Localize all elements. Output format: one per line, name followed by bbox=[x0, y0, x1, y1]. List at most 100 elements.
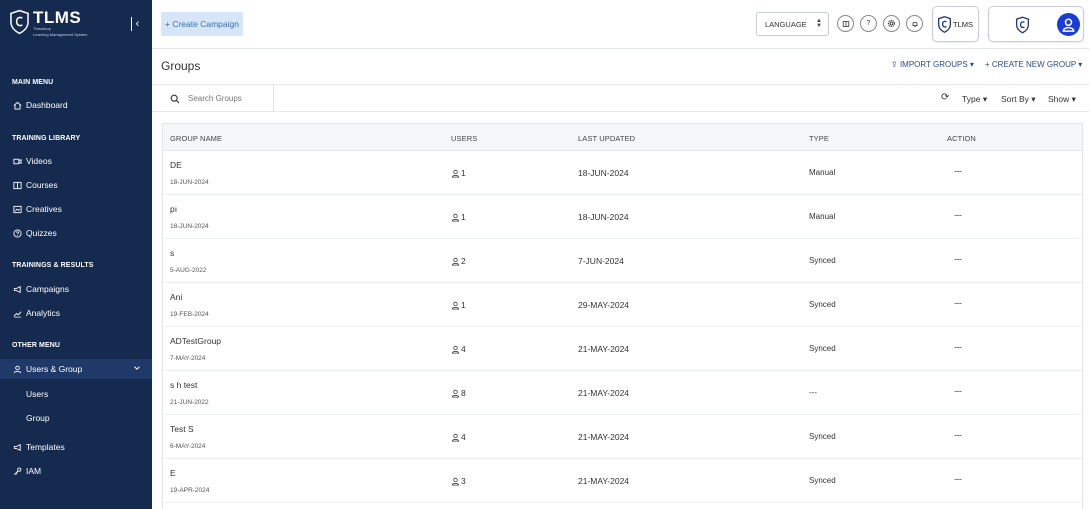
group-name[interactable]: pı bbox=[170, 204, 177, 214]
notifications-button[interactable] bbox=[906, 15, 923, 32]
group-type: Synced bbox=[809, 432, 836, 441]
megaphone-icon bbox=[12, 284, 22, 294]
book-button[interactable] bbox=[837, 15, 854, 32]
group-name[interactable]: DE bbox=[170, 160, 182, 170]
app-logo[interactable]: TLMS Threatcop Learning Management Syste… bbox=[10, 9, 87, 37]
sidebar-item-label: Dashboard bbox=[26, 100, 68, 110]
table-row[interactable]: pı 18-JUN-2024 1 18-JUN-2024 Manual --- bbox=[163, 195, 1082, 239]
user-count-value: 8 bbox=[461, 388, 466, 398]
group-user-count: 8 bbox=[451, 388, 466, 398]
sidebar-item-quizzes[interactable]: Quizzes bbox=[0, 223, 152, 243]
caret-down-icon: ▾ bbox=[982, 94, 988, 104]
sidebar-item-templates[interactable]: Templates bbox=[0, 437, 152, 457]
group-name[interactable]: E bbox=[170, 468, 176, 478]
group-created-date: 18-JUN-2024 bbox=[170, 223, 209, 230]
column-header-group-name[interactable]: GROUP NAME bbox=[170, 134, 222, 143]
sidebar-subitem-group[interactable]: Group bbox=[26, 413, 50, 423]
group-created-date: 21-JUN-2022 bbox=[170, 399, 209, 406]
group-user-count: 4 bbox=[451, 432, 466, 442]
group-last-updated: 21-MAY-2024 bbox=[578, 344, 630, 354]
group-type: Synced bbox=[809, 300, 836, 309]
table-row[interactable]: Test S 6-MAY-2024 4 21-MAY-2024 Synced -… bbox=[163, 415, 1082, 459]
search-input[interactable] bbox=[188, 94, 268, 103]
group-created-date: 18-JUN-2024 bbox=[170, 179, 209, 186]
sidebar-item-videos[interactable]: Videos bbox=[0, 151, 152, 171]
search-icon bbox=[170, 94, 180, 103]
sidebar-subitem-users[interactable]: Users bbox=[26, 389, 48, 399]
create-new-group-dropdown[interactable]: + CREATE NEW GROUP ▾ bbox=[985, 60, 1082, 69]
row-action-menu[interactable]: --- bbox=[954, 210, 962, 220]
type-filter-dropdown[interactable]: Type ▾ bbox=[962, 94, 987, 105]
sidebar-item-dashboard[interactable]: Dashboard bbox=[0, 95, 152, 115]
row-action-menu[interactable]: --- bbox=[954, 166, 962, 176]
sidebar-item-iam[interactable]: IAM bbox=[0, 461, 152, 481]
show-dropdown[interactable]: Show ▾ bbox=[1048, 94, 1076, 105]
column-header-last-updated[interactable]: LAST UPDATED bbox=[578, 134, 635, 143]
sidebar-item-label: Videos bbox=[26, 156, 52, 166]
language-select[interactable]: LANGUAGE ▲ ▼ bbox=[756, 12, 829, 36]
group-type: Manual bbox=[809, 168, 836, 177]
table-row[interactable]: E 19-APR-2024 3 21-MAY-2024 Synced --- bbox=[163, 459, 1082, 503]
group-user-count: 3 bbox=[451, 476, 466, 486]
top-bar: + Create Campaign LANGUAGE ▲ ▼ ? TLMS bbox=[152, 0, 1089, 49]
row-action-menu[interactable]: --- bbox=[954, 298, 962, 308]
import-groups-dropdown[interactable]: ⇪ IMPORT GROUPS ▾ bbox=[891, 60, 974, 69]
group-name[interactable]: s bbox=[170, 248, 174, 258]
group-type: --- bbox=[809, 388, 817, 397]
help-button[interactable]: ? bbox=[860, 15, 877, 32]
row-action-menu[interactable]: --- bbox=[954, 342, 962, 352]
row-action-menu[interactable]: --- bbox=[954, 254, 962, 264]
table-row[interactable]: s h test 21-JUN-2022 8 21-MAY-2024 --- -… bbox=[163, 371, 1082, 415]
tlms-app-switcher[interactable]: TLMS bbox=[932, 6, 979, 42]
user-count-value: 4 bbox=[461, 432, 466, 442]
group-last-updated: 18-JUN-2024 bbox=[578, 212, 629, 222]
sidebar-item-users-group[interactable]: Users & Group bbox=[0, 359, 152, 379]
sidebar-item-creatives[interactable]: Creatives bbox=[0, 199, 152, 219]
column-header-type[interactable]: TYPE bbox=[809, 134, 829, 143]
group-type: Synced bbox=[809, 256, 836, 265]
sidebar-item-courses[interactable]: Courses bbox=[0, 175, 152, 195]
column-header-users[interactable]: USERS bbox=[451, 134, 477, 143]
group-name[interactable]: Ani bbox=[170, 292, 182, 302]
sort-by-dropdown[interactable]: Sort By ▾ bbox=[1001, 94, 1036, 105]
type-filter-label: Type bbox=[962, 94, 981, 104]
refresh-icon[interactable]: ⟳ bbox=[941, 92, 949, 103]
menu-heading-trainings-results: TRAININGS & RESULTS bbox=[12, 262, 94, 269]
table-row[interactable]: s 5-AUG-2022 2 7-JUN-2024 Synced --- bbox=[163, 239, 1082, 283]
row-action-menu[interactable]: --- bbox=[954, 474, 962, 484]
sort-arrows-icon: ▲ ▼ bbox=[816, 18, 822, 29]
sidebar-item-campaigns[interactable]: Campaigns bbox=[0, 279, 152, 299]
avatar[interactable] bbox=[1057, 13, 1080, 36]
caret-down-icon: ▾ bbox=[969, 60, 974, 69]
settings-button[interactable] bbox=[883, 15, 900, 32]
collapse-sidebar-button[interactable]: ‹ bbox=[131, 17, 143, 31]
create-campaign-button[interactable]: + Create Campaign bbox=[161, 12, 243, 36]
sidebar-item-analytics[interactable]: Analytics bbox=[0, 303, 152, 323]
group-name[interactable]: ADTestGroup bbox=[170, 336, 221, 346]
group-user-count: 4 bbox=[451, 344, 466, 354]
group-created-date: 6-MAY-2024 bbox=[170, 443, 206, 450]
user-icon bbox=[451, 389, 460, 398]
key-icon bbox=[12, 466, 22, 476]
table-row[interactable]: Ani 19-FEB-2024 1 29-MAY-2024 Synced --- bbox=[163, 283, 1082, 327]
group-user-count: 1 bbox=[451, 300, 466, 310]
caret-down-icon: ▾ bbox=[1078, 60, 1083, 69]
chart-line-icon bbox=[12, 308, 22, 318]
create-new-group-label: CREATE NEW GROUP bbox=[991, 60, 1077, 69]
table-row[interactable]: DE 18-JUN-2024 1 18-JUN-2024 Manual --- bbox=[163, 151, 1082, 195]
import-groups-label: IMPORT GROUPS bbox=[899, 60, 968, 69]
group-name[interactable]: Test S bbox=[170, 424, 194, 434]
sidebar-item-label: Analytics bbox=[26, 308, 61, 318]
group-name[interactable]: s h test bbox=[170, 380, 197, 390]
profile-menu[interactable] bbox=[988, 6, 1084, 42]
user-count-value: 3 bbox=[461, 476, 466, 486]
column-header-action: ACTION bbox=[947, 134, 976, 143]
table-row[interactable]: ADTestGroup 7-MAY-2024 4 21-MAY-2024 Syn… bbox=[163, 327, 1082, 371]
group-type: Synced bbox=[809, 476, 836, 485]
row-action-menu[interactable]: --- bbox=[954, 430, 962, 440]
shield-logo-icon bbox=[1016, 16, 1029, 34]
sidebar-item-label: IAM bbox=[26, 466, 42, 476]
row-action-menu[interactable]: --- bbox=[954, 386, 962, 396]
group-last-updated: 18-JUN-2024 bbox=[578, 168, 629, 178]
sidebar-item-label: Creatives bbox=[26, 204, 62, 214]
